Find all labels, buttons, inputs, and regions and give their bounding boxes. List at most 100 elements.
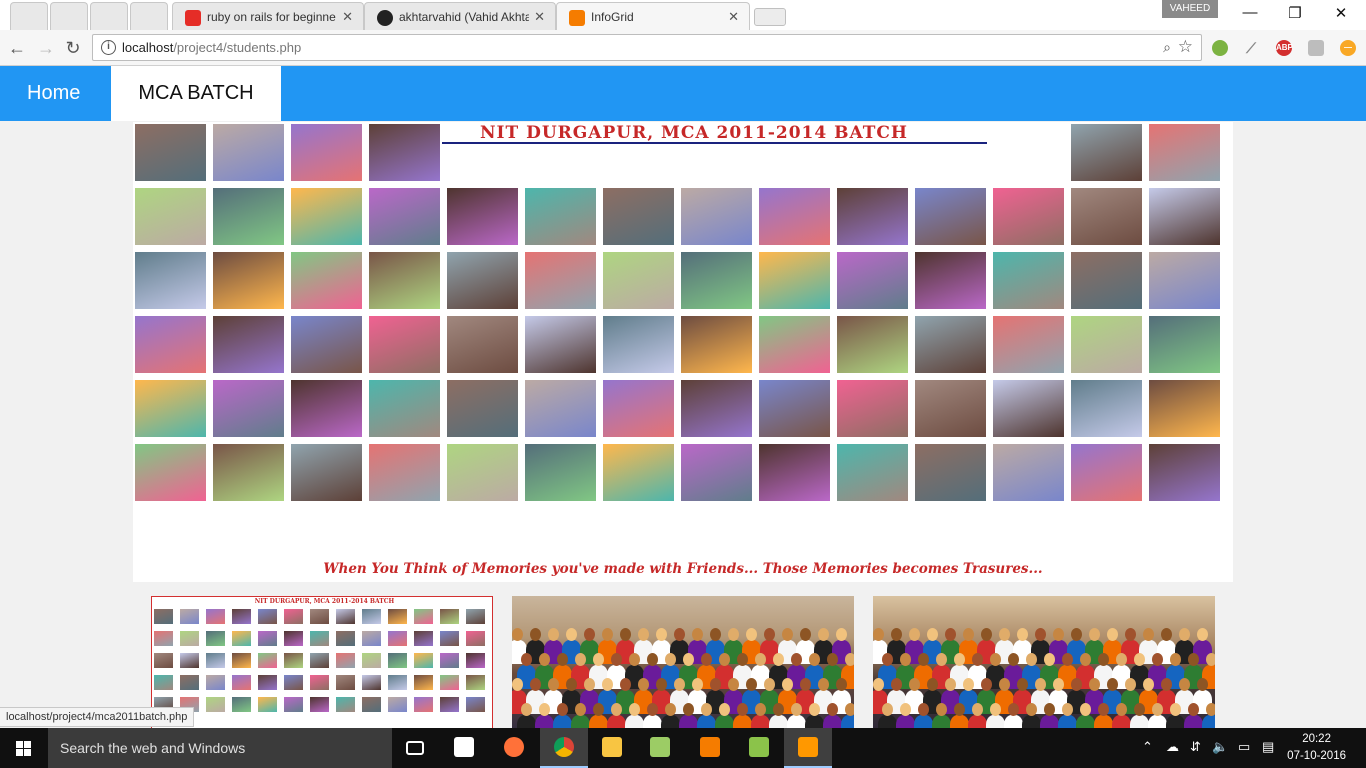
youtube-icon (185, 10, 201, 26)
profile-button[interactable]: VAHEED (1162, 0, 1218, 18)
student-photo (282, 629, 305, 648)
taskbar-search-input[interactable]: Search the web and Windows (48, 728, 392, 768)
address-bar[interactable]: i localhost/project4/students.php ⌕ ☆ (92, 34, 1202, 61)
onedrive-icon[interactable]: ☁ (1166, 739, 1179, 755)
notification-icon[interactable]: ▤ (1262, 739, 1274, 755)
pinned-tab[interactable] (50, 2, 88, 30)
person (918, 653, 929, 666)
student-photo (360, 695, 383, 714)
person (782, 628, 793, 641)
student-photo (211, 314, 286, 375)
back-arrow-icon[interactable]: ← (6, 37, 28, 59)
person (584, 678, 595, 691)
reload-icon[interactable]: ↻ (62, 37, 84, 59)
notepad-icon[interactable] (636, 728, 684, 768)
student-photo (178, 607, 201, 626)
app-window-icon[interactable] (784, 728, 832, 768)
tab-youtube[interactable]: ruby on rails for beginne ✕ (172, 2, 364, 30)
group-photo-thumbnail-1[interactable] (512, 596, 854, 736)
person (674, 678, 685, 691)
pinned-tab[interactable] (130, 2, 168, 30)
extension-icon[interactable] (1212, 40, 1228, 56)
store-icon[interactable] (440, 728, 488, 768)
editor-icon[interactable] (735, 728, 783, 768)
pinned-tab[interactable] (10, 2, 48, 30)
volume-icon[interactable]: 🔈 (1212, 739, 1228, 755)
person (1089, 678, 1100, 691)
nav-home-link[interactable]: Home (0, 66, 107, 121)
pinned-tab[interactable] (90, 2, 128, 30)
person (809, 653, 820, 666)
info-icon[interactable]: i (101, 40, 116, 55)
person (764, 678, 775, 691)
chevron-up-icon[interactable]: ⌃ (1142, 739, 1153, 755)
person (1134, 653, 1145, 666)
person (1152, 653, 1163, 666)
student-photo (1147, 314, 1222, 375)
person (954, 703, 965, 716)
xampp-taskbar-icon[interactable] (686, 728, 734, 768)
window-close-icon[interactable]: ✕ (1329, 4, 1353, 24)
student-photo (1147, 122, 1222, 183)
person (512, 678, 523, 691)
person (818, 678, 829, 691)
student-photo (1147, 442, 1222, 503)
close-icon[interactable]: ✕ (728, 9, 739, 25)
extension-icon[interactable]: — (1340, 40, 1356, 56)
close-icon[interactable]: ✕ (342, 9, 353, 25)
person (900, 653, 911, 666)
firefox-icon[interactable] (490, 728, 538, 768)
taskbar-clock[interactable]: 20:22 07-10-2016 (1287, 731, 1346, 765)
person (1143, 628, 1154, 641)
person (773, 653, 784, 666)
student-photo (913, 250, 988, 311)
adblock-icon[interactable]: ABP (1276, 40, 1293, 56)
bookmark-star-icon[interactable]: ☆ (1178, 37, 1193, 57)
collage-thumbnail[interactable]: NIT DURGAPUR, MCA 2011-2014 BATCH (151, 596, 493, 736)
battery-icon[interactable]: ▭ (1238, 739, 1250, 755)
person (557, 703, 568, 716)
windows-start-icon[interactable] (0, 728, 48, 768)
network-icon[interactable]: ⇵ (1190, 739, 1201, 755)
extension-icon[interactable]: ⟋ (1243, 40, 1259, 56)
student-photo (1147, 378, 1222, 439)
person (1008, 703, 1019, 716)
student-photo (991, 378, 1066, 439)
extension-icon[interactable] (1308, 40, 1324, 56)
student-photo (133, 186, 208, 247)
student-photo (412, 673, 435, 692)
person (954, 653, 965, 666)
student-photo (464, 651, 487, 670)
student-photo (256, 673, 279, 692)
person (927, 628, 938, 641)
student-photo (133, 314, 208, 375)
new-tab-button[interactable] (754, 8, 786, 26)
nav-mca-batch-link[interactable]: MCA BATCH (111, 66, 281, 121)
student-photo (412, 629, 435, 648)
person (999, 628, 1010, 641)
person (1098, 703, 1109, 716)
tab-github[interactable]: akhtarvahid (Vahid Akhta ✕ (364, 2, 556, 30)
student-photo (445, 442, 520, 503)
tab-infogrid[interactable]: InfoGrid ✕ (556, 2, 750, 30)
person (900, 703, 911, 716)
person (1125, 628, 1136, 641)
person (981, 628, 992, 641)
group-photo-thumbnail-2[interactable] (873, 596, 1215, 736)
restore-icon[interactable]: ❐ (1283, 4, 1307, 24)
minimize-icon[interactable]: — (1238, 4, 1262, 24)
forward-arrow-icon[interactable]: → (35, 37, 57, 59)
student-photo (367, 378, 442, 439)
person (882, 653, 893, 666)
close-icon[interactable]: ✕ (534, 9, 545, 25)
student-photo (256, 607, 279, 626)
person (692, 628, 703, 641)
file-explorer-icon[interactable] (588, 728, 636, 768)
person (1026, 703, 1037, 716)
zoom-icon[interactable]: ⌕ (1163, 39, 1171, 56)
task-view-icon[interactable] (392, 728, 440, 768)
chrome-icon[interactable] (540, 728, 588, 768)
student-photo (152, 673, 175, 692)
person (1152, 703, 1163, 716)
student-photo (289, 122, 364, 183)
